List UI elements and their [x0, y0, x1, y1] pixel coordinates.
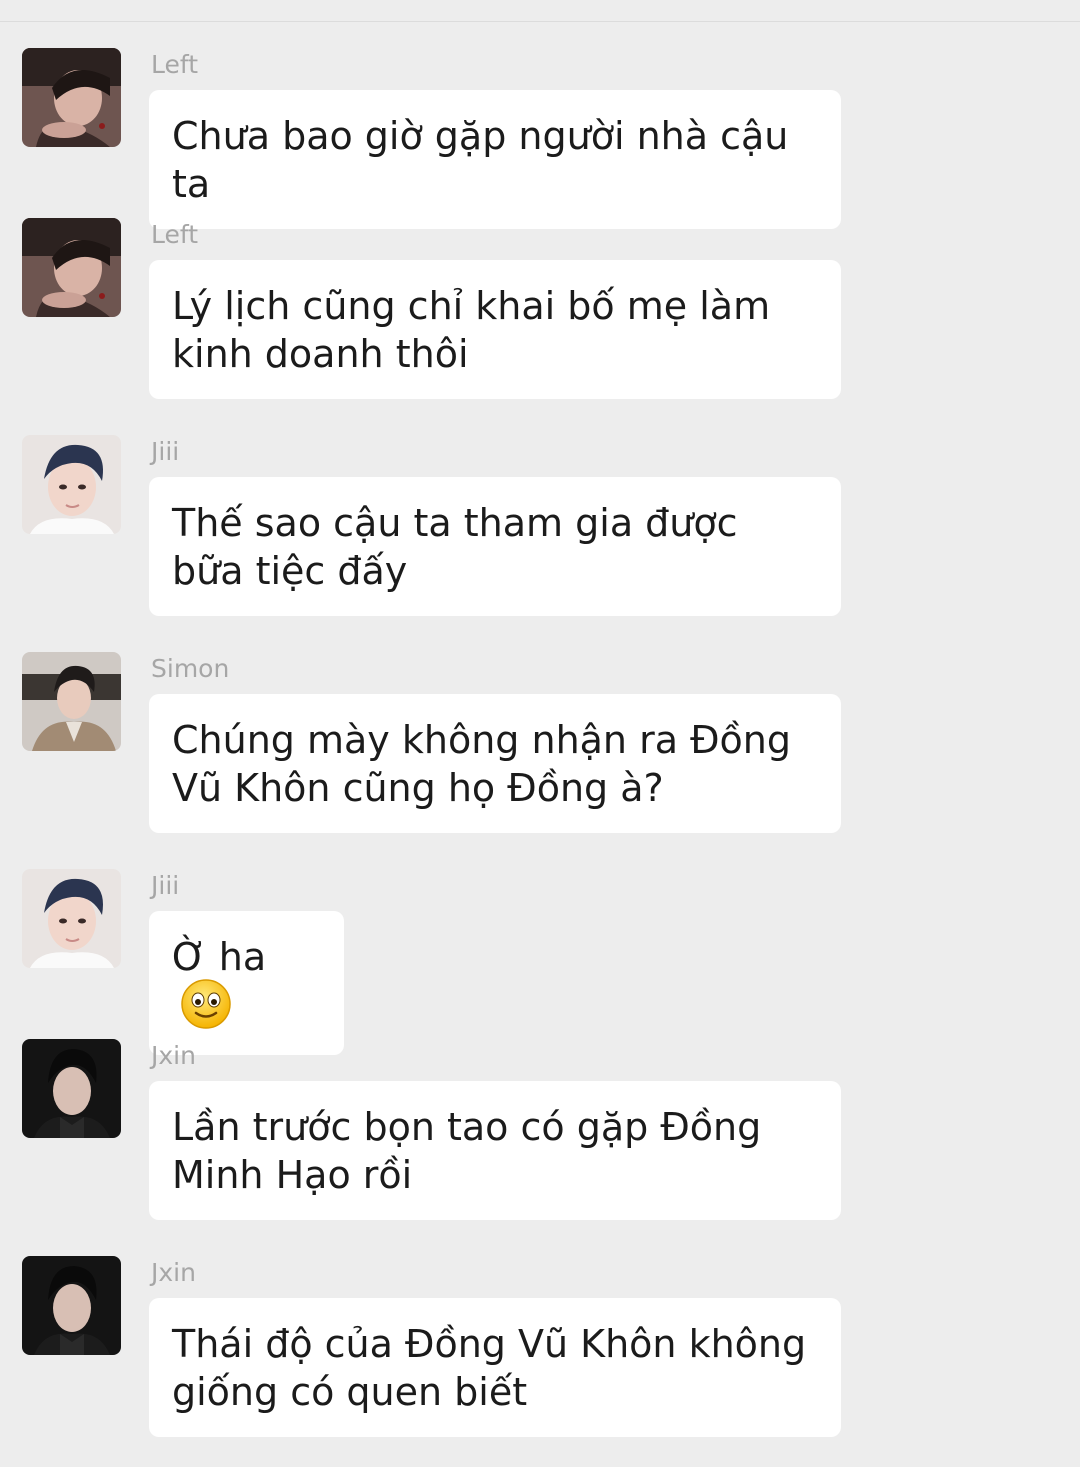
sender-name: Simon	[151, 654, 230, 683]
message-bubble[interactable]: Ờ ha	[149, 911, 344, 1055]
message-text: Thái độ của Đồng Vũ Khôn không giống có …	[172, 1322, 807, 1414]
top-divider	[0, 21, 1080, 22]
avatar-simon[interactable]	[22, 652, 121, 751]
avatar-left-image	[22, 218, 121, 317]
message-bubble[interactable]: Lần trước bọn tao có gặp Đồng Minh Hạo r…	[149, 1081, 841, 1220]
message-bubble[interactable]: Chúng mày không nhận ra Đồng Vũ Khôn cũn…	[149, 694, 841, 833]
message-text: Ờ ha	[172, 935, 267, 979]
avatar-jxin-image	[22, 1256, 121, 1355]
avatar-jxin-image	[22, 1039, 121, 1138]
message-bubble[interactable]: Thế sao cậu ta tham gia được bữa tiệc đấ…	[149, 477, 841, 616]
message-text: Chúng mày không nhận ra Đồng Vũ Khôn cũn…	[172, 718, 791, 810]
avatar-jiii[interactable]	[22, 435, 121, 534]
avatar-simon-image	[22, 652, 121, 751]
avatar-jiii-image	[22, 435, 121, 534]
sender-name: Jxin	[151, 1041, 196, 1070]
sender-name: Jxin	[151, 1258, 196, 1287]
message-bubble[interactable]: Lý lịch cũng chỉ khai bố mẹ làm kinh doa…	[149, 260, 841, 399]
message-bubble[interactable]: Chưa bao giờ gặp người nhà cậu ta	[149, 90, 841, 229]
sender-name: Jiii	[151, 871, 180, 900]
message-text: Lý lịch cũng chỉ khai bố mẹ làm kinh doa…	[172, 284, 771, 376]
smile-emoji-icon	[180, 978, 232, 1030]
avatar-left[interactable]	[22, 48, 121, 147]
sender-name: Left	[151, 50, 199, 79]
avatar-left[interactable]	[22, 218, 121, 317]
avatar-jxin[interactable]	[22, 1256, 121, 1355]
sender-name: Left	[151, 220, 199, 249]
avatar-left-image	[22, 48, 121, 147]
avatar-jiii-image	[22, 869, 121, 968]
avatar-jiii[interactable]	[22, 869, 121, 968]
sender-name: Jiii	[151, 437, 180, 466]
message-text: Chưa bao giờ gặp người nhà cậu ta	[172, 114, 789, 206]
message-text: Thế sao cậu ta tham gia được bữa tiệc đấ…	[172, 501, 738, 593]
message-bubble[interactable]: Thái độ của Đồng Vũ Khôn không giống có …	[149, 1298, 841, 1437]
avatar-jxin[interactable]	[22, 1039, 121, 1138]
message-text: Lần trước bọn tao có gặp Đồng Minh Hạo r…	[172, 1105, 762, 1197]
